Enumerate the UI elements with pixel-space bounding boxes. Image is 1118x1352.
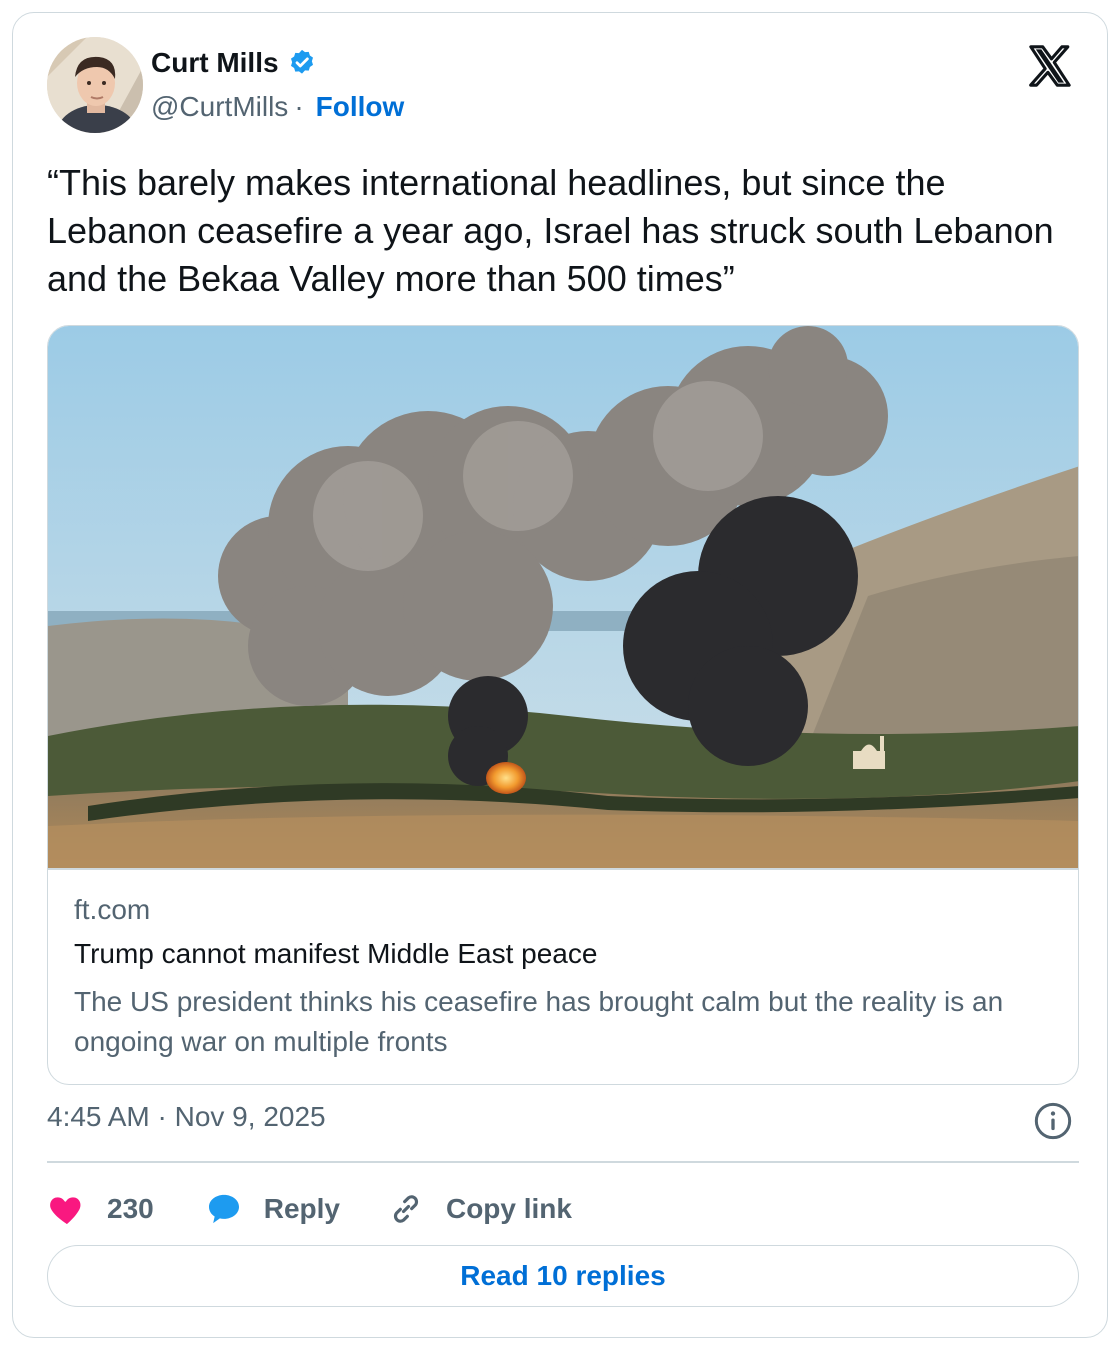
verified-badge-icon [290,49,313,74]
link-icon [393,1195,419,1223]
copy-link-label: Copy link [445,1193,572,1224]
speech-bubble-icon [208,1194,239,1224]
like-button[interactable]: 230 [47,1189,154,1229]
author-name[interactable]: Curt Mills [151,47,279,79]
avatar-image [47,37,143,133]
tweet-text: “This barely makes international headlin… [47,162,1054,299]
heart-icon [50,1197,81,1224]
handle-separator: · [294,91,304,122]
author-handle[interactable]: @CurtMills [151,91,288,123]
avatar[interactable] [47,37,143,133]
link-card-image[interactable] [48,326,1079,868]
link-card[interactable]: ft.com Trump cannot manifest Middle East… [47,325,1079,1085]
follow-link[interactable]: Follow [316,91,405,123]
link-card-divider [48,868,1078,870]
tweet-timestamp[interactable]: 4:45 AM · Nov 9, 2025 [47,1101,326,1133]
read-replies-button[interactable]: Read 10 replies [47,1245,1079,1307]
reply-button[interactable]: Reply [204,1189,340,1229]
reply-label: Reply [263,1193,340,1224]
info-icon[interactable] [1033,1101,1073,1141]
read-replies-label: Read 10 replies [460,1260,666,1291]
action-separator [47,1161,1079,1163]
link-card-headline[interactable]: Trump cannot manifest Middle East peace [74,938,597,970]
link-card-description: The US president thinks his ceasefire ha… [74,986,1004,1057]
tweet-card: Curt Mills @CurtMills · Follow “This bar… [12,12,1108,1338]
action-bar: 230 Reply Copy link [47,1181,572,1237]
x-logo-icon[interactable] [1027,43,1073,89]
link-card-domain: ft.com [74,894,151,925]
copy-link-button[interactable]: Copy link [386,1189,572,1229]
like-count: 230 [107,1193,154,1224]
